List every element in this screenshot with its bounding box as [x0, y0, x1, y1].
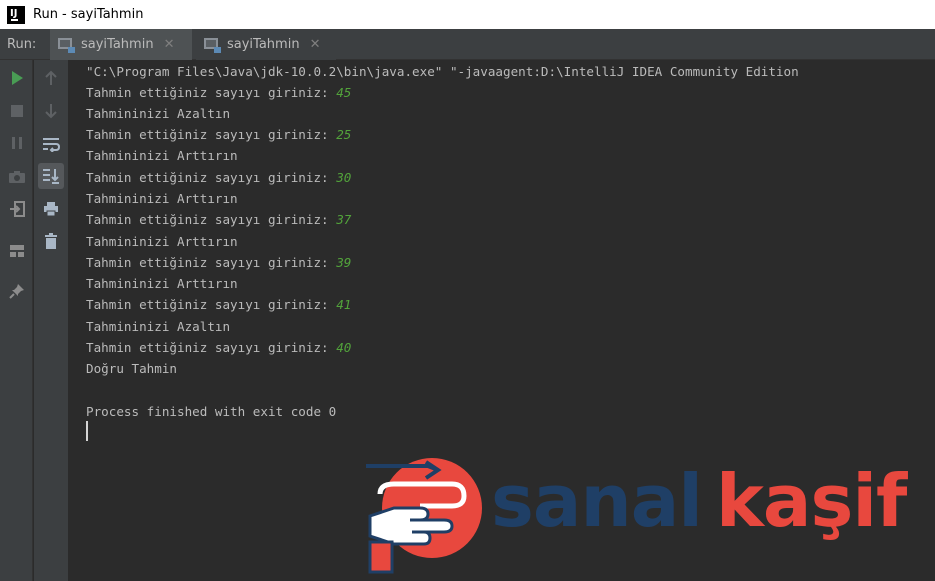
console-actions-toolbar: [34, 60, 69, 581]
user-input: 37: [336, 212, 352, 227]
scroll-to-end-icon: [43, 169, 59, 184]
console-line: Tahmininizi Azaltın: [86, 319, 231, 334]
camera-icon: [9, 171, 25, 183]
run-actions-toolbar: [0, 60, 33, 581]
console-line: Tahmininizi Arttırın: [86, 148, 238, 163]
user-input: 30: [336, 170, 352, 185]
console-line: Tahmin ettiğiniz sayıyı giriniz: 45: [86, 85, 352, 100]
layout-icon: [10, 245, 24, 257]
user-input: 45: [336, 85, 352, 100]
watermark-text-sanal: sanal: [491, 459, 703, 543]
tab-label: sayiTahmin: [81, 37, 154, 52]
scroll-to-end-button[interactable]: [38, 163, 64, 189]
clear-all-button[interactable]: [38, 228, 64, 254]
down-arrow-icon: [45, 104, 57, 119]
pause-icon: [12, 137, 22, 149]
user-input: 41: [336, 297, 352, 312]
user-input: 39: [336, 255, 352, 270]
up-arrow-icon: [45, 70, 57, 85]
run-tab-bar: Run: sayiTahmin ✕ sayiTahmin ✕: [0, 29, 935, 60]
tab-saytahmin-1[interactable]: sayiTahmin ✕: [50, 29, 192, 60]
close-icon[interactable]: ✕: [310, 37, 321, 52]
command-line: "C:\Program Files\Java\jdk-10.0.2\bin\ja…: [86, 64, 799, 79]
console-line: Tahmin ettiğiniz sayıyı giriniz: 30: [86, 170, 352, 185]
console-line: Tahmin ettiğiniz sayıyı giriniz: 41: [86, 297, 352, 312]
pin-tab-button[interactable]: [4, 278, 30, 304]
watermark-logo: sanal kaşif: [360, 456, 935, 581]
exit-icon: [10, 201, 25, 217]
text-caret: [86, 421, 88, 441]
console-line: Tahmin ettiğiniz sayıyı giriniz: 37: [86, 212, 352, 227]
run-label: Run:: [7, 37, 37, 52]
pause-button[interactable]: [4, 130, 30, 156]
stop-button[interactable]: [4, 98, 30, 124]
exit-button[interactable]: [4, 196, 30, 222]
user-input: 25: [336, 127, 352, 142]
watermark-text-kasif: kaşif: [716, 459, 907, 543]
dump-threads-button[interactable]: [4, 164, 30, 190]
previous-occurrence-button[interactable]: [38, 65, 64, 91]
console-line: Doğru Tahmin: [86, 361, 177, 376]
print-button[interactable]: [38, 196, 64, 222]
rerun-button[interactable]: [4, 65, 30, 91]
user-input: 40: [336, 340, 352, 355]
console-line: Tahmininizi Arttırın: [86, 191, 238, 206]
window-title-bar: IJ Run - sayiTahmin: [0, 0, 935, 29]
pin-icon: [9, 284, 24, 299]
tab-label: sayiTahmin: [227, 37, 300, 52]
soft-wrap-icon: [43, 138, 60, 152]
console-line: Tahmininizi Arttırın: [86, 234, 238, 249]
soft-wrap-button[interactable]: [38, 131, 64, 157]
run-config-icon: [58, 37, 75, 53]
console-line: Tahmin ettiğiniz sayıyı giriniz: 25: [86, 127, 352, 142]
close-icon[interactable]: ✕: [164, 37, 175, 52]
exit-message: Process finished with exit code 0: [86, 404, 337, 419]
console-line: Tahmininizi Arttırın: [86, 276, 238, 291]
restore-layout-button[interactable]: [4, 238, 30, 264]
window-title: Run - sayiTahmin: [33, 7, 144, 22]
stop-icon: [11, 105, 23, 117]
trash-icon: [45, 233, 57, 249]
print-icon: [44, 202, 58, 217]
run-config-icon: [204, 37, 221, 53]
tab-saytahmin-2[interactable]: sayiTahmin ✕: [196, 29, 336, 60]
rerun-icon: [12, 71, 23, 85]
console-line: Tahmininizi Azaltın: [86, 106, 231, 121]
pointing-hand-logo-icon: [366, 458, 482, 574]
intellij-logo-icon: IJ: [7, 5, 25, 24]
next-occurrence-button[interactable]: [38, 98, 64, 124]
console-line: Tahmin ettiğiniz sayıyı giriniz: 39: [86, 255, 352, 270]
console-line: Tahmin ettiğiniz sayıyı giriniz: 40: [86, 340, 352, 355]
